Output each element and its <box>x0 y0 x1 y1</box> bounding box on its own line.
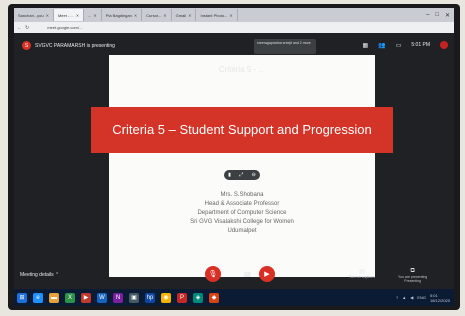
app-icon[interactable]: ▣ <box>129 292 139 303</box>
windows-taskbar: ⊞ e ▬ X ▶ W N ▣ hp ◉ P ◈ ◆ ? ▲ ◀ ENG 5:0… <box>14 289 454 306</box>
close-tab-icon[interactable]: ✕ <box>46 13 49 18</box>
slide-heading: Criteria 5 – Student Support and Progres… <box>91 107 393 153</box>
browser-tab[interactable]: ... ✕ <box>84 9 102 21</box>
credit-line: Udumalpet <box>227 228 257 234</box>
close-tab-icon[interactable]: ✕ <box>76 13 79 18</box>
app-icon-2[interactable]: ◈ <box>193 292 203 303</box>
address-bar: ← ↻ meet.google.com/... <box>14 22 454 33</box>
user-avatar[interactable] <box>440 41 448 49</box>
close-tab-icon[interactable]: ✕ <box>188 13 191 18</box>
media-icon[interactable]: ▶ <box>81 292 91 303</box>
browser-tab[interactable]: Cursor... ✕ <box>142 9 172 21</box>
credit-line: Head & Associate Professor <box>204 201 280 207</box>
browser-tab[interactable]: Sanchari...you ✕ <box>14 9 54 21</box>
hp-icon[interactable]: hp <box>145 292 155 303</box>
language-indicator[interactable]: ENG <box>417 295 426 300</box>
presentation-controls: ▮ ⤢ ⊖ <box>224 170 260 180</box>
system-tray: ? ▲ ◀ ENG 5:01 18/12/2020 <box>396 293 454 303</box>
app-icon-3[interactable]: ◆ <box>209 292 219 303</box>
close-tab-icon[interactable]: ✕ <box>134 13 137 18</box>
credit-line: Department of Computer Science <box>197 210 287 216</box>
fit-icon[interactable]: ⤢ <box>239 172 243 178</box>
participant-tile[interactable]: sreeragapradna sreejit and 2 more <box>254 39 316 54</box>
word-icon[interactable]: W <box>97 292 107 303</box>
people-icon[interactable]: 👥 <box>378 42 385 49</box>
camera-off-icon: ▶ <box>264 271 270 278</box>
onenote-icon[interactable]: N <box>113 292 123 303</box>
browser-tab[interactable]: Pia Bagdingan ✕ <box>102 9 143 21</box>
captions-icon: ▤ <box>359 269 365 275</box>
windows-start-icon[interactable]: ⊞ <box>17 292 27 303</box>
credit-line: Sri GVG Visalakshi College for Women <box>190 219 294 225</box>
close-tab-icon[interactable]: ✕ <box>163 13 166 18</box>
url-field[interactable]: meet.google.com/... <box>47 25 82 30</box>
back-icon[interactable]: ← <box>17 25 22 31</box>
captions-button[interactable]: ▤ Turn on captions <box>349 268 375 279</box>
window-controls: – □ ✕ <box>426 12 454 19</box>
file-explorer-icon[interactable]: ▬ <box>49 292 59 303</box>
browser-tab-active[interactable]: Meet - ... ✕ <box>53 9 85 21</box>
network-icon[interactable]: ▲ <box>402 295 406 300</box>
help-icon[interactable]: ? <box>396 295 398 300</box>
browser-tab-bar: Sanchari...you ✕ Meet - ... ✕ ... ✕ Pia Bag… <box>14 8 454 22</box>
pointer-icon[interactable]: ▮ <box>228 172 231 178</box>
meeting-details-button[interactable]: Meeting details ⌃ <box>20 272 59 278</box>
close-window-icon[interactable]: ✕ <box>445 12 450 19</box>
hang-up-icon[interactable]: ☎ <box>243 271 252 279</box>
presenter-indicator: S SVGVC PARAMARSH is presenting <box>22 41 115 50</box>
presenter-text: SVGVC PARAMARSH is presenting <box>35 42 115 49</box>
browser-tab[interactable]: Instant Photo... ✕ <box>196 9 238 21</box>
maximize-icon[interactable]: □ <box>435 12 439 19</box>
slide-credits: Mrs. S.Shobana Head & Associate Professo… <box>109 191 375 236</box>
mic-off-icon: 🎙 <box>208 271 218 278</box>
grid-icon[interactable]: ▦ <box>363 42 369 49</box>
camera-off-button[interactable]: ▶ <box>259 266 275 282</box>
close-tab-icon[interactable]: ✕ <box>93 13 96 18</box>
close-tab-icon[interactable]: ✕ <box>229 13 232 18</box>
credit-line: Mrs. S.Shobana <box>220 192 264 198</box>
volume-icon[interactable]: ◀ <box>410 295 413 300</box>
mic-off-button[interactable]: 🎙 <box>205 266 221 282</box>
browser-tab[interactable]: Gmail ✕ <box>172 9 197 21</box>
minimize-icon[interactable]: – <box>426 12 429 19</box>
presenting-button[interactable]: ⧉ You are presenting Presenting <box>398 268 427 283</box>
tray-clock[interactable]: 5:01 18/12/2020 <box>430 293 450 303</box>
minus-icon[interactable]: ⊖ <box>252 172 256 178</box>
meet-stage: S SVGVC PARAMARSH is presenting sreeraga… <box>14 33 454 289</box>
edge-icon[interactable]: e <box>33 292 43 303</box>
meet-bottom-bar: Meeting details ⌃ 🎙 ☎ ▶ ▤ Turn on captio… <box>14 263 454 287</box>
top-right-icons: ▦ 👥 ▭ 5:01 PM <box>363 41 448 49</box>
shared-slide: Criteria 5 - ... Criteria 5 – Student Su… <box>91 55 393 277</box>
excel-icon[interactable]: X <box>65 292 75 303</box>
present-icon: ⧉ <box>410 268 415 274</box>
presenter-avatar: S <box>22 41 31 50</box>
reload-icon[interactable]: ↻ <box>25 25 29 31</box>
slide-ghost-title: Criteria 5 - ... <box>218 65 266 74</box>
chrome-icon[interactable]: ◉ <box>161 292 171 303</box>
powerpoint-icon[interactable]: P <box>177 292 187 303</box>
clock: 5:01 PM <box>411 42 430 48</box>
chat-icon[interactable]: ▭ <box>396 42 402 49</box>
